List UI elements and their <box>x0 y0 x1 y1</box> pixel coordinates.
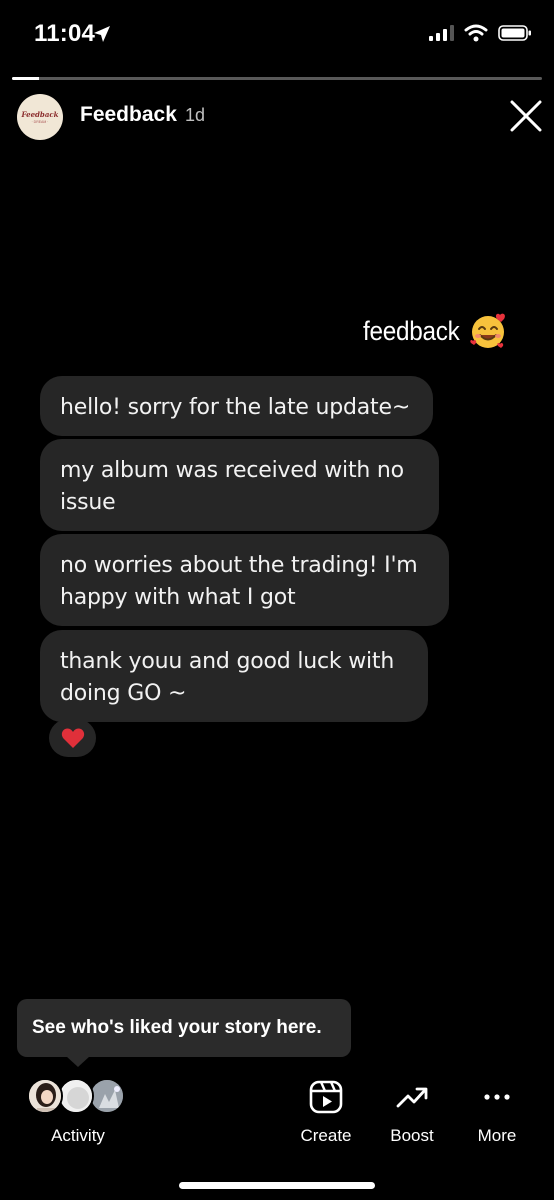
wifi-icon <box>464 24 488 47</box>
close-button[interactable] <box>506 96 546 136</box>
create-label[interactable]: Create <box>296 1126 356 1146</box>
trending-up-icon <box>396 1087 428 1108</box>
viewer-avatar[interactable] <box>27 1078 63 1114</box>
more-dots-icon <box>484 1094 510 1100</box>
status-time: 11:04 <box>34 20 96 47</box>
story-avatar[interactable]: Feedback · DREAM · <box>17 94 63 140</box>
cellular-signal-icon <box>428 24 454 47</box>
chat-message: no worries about the trading! I'm happy … <box>40 534 449 626</box>
avatar-logo-text: Feedback <box>21 110 59 119</box>
create-button[interactable] <box>309 1080 343 1114</box>
close-icon <box>510 100 542 132</box>
heart-icon <box>61 728 84 748</box>
story-progress-bar <box>12 77 542 80</box>
status-icons <box>428 24 532 47</box>
home-indicator[interactable] <box>179 1182 375 1189</box>
viewer-avatar[interactable] <box>58 1078 94 1114</box>
more-label[interactable]: More <box>470 1126 524 1146</box>
story-progress-fill <box>12 77 39 80</box>
viewer-avatar[interactable] <box>89 1078 125 1114</box>
boost-button[interactable] <box>395 1080 429 1114</box>
tooltip-arrow <box>66 1056 90 1067</box>
story-account-name[interactable]: Feedback <box>80 103 177 127</box>
likes-tooltip[interactable]: See who's liked your story here. <box>17 999 351 1057</box>
boost-label[interactable]: Boost <box>383 1126 441 1146</box>
location-arrow-icon <box>92 24 112 49</box>
story-age: 1d <box>185 105 206 125</box>
chat-message: hello! sorry for the late update~ <box>40 376 433 436</box>
activity-label[interactable]: Activity <box>40 1126 116 1146</box>
more-button[interactable] <box>480 1080 514 1114</box>
sticker-text: feedback <box>363 315 460 346</box>
avatar-logo-sub: · DREAM · <box>31 120 49 124</box>
feedback-sticker: feedback <box>363 311 508 351</box>
smiling-face-with-hearts-icon <box>470 313 506 348</box>
chat-message: thank youu and good luck with doing GO ~ <box>40 630 428 722</box>
reels-create-icon <box>309 1080 343 1114</box>
chat-message: my album was received with no issue <box>40 439 439 531</box>
battery-icon <box>498 24 532 47</box>
heart-reaction <box>49 719 96 757</box>
